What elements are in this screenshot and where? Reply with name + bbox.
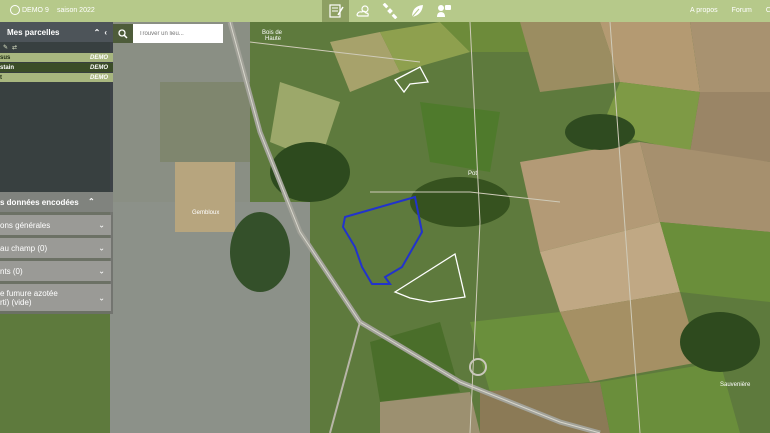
accordion-nitrogen-fertilization[interactable]: e fumure azotée rti) (vide) ⌄ (0, 284, 111, 311)
season-label[interactable]: saison 2022 (57, 7, 95, 14)
accordion-label: au champ (0) (0, 243, 48, 253)
encoded-data-header[interactable]: s données encodées ⌃ (0, 192, 113, 212)
parcels-panel-header: Mes parcelles ⌃ ‹ (0, 22, 113, 42)
chevron-down-icon: ⌄ (98, 243, 105, 253)
parcels-panel-title: Mes parcelles (7, 27, 60, 37)
place-search (113, 24, 223, 43)
notebook-icon[interactable] (322, 0, 349, 22)
search-button[interactable] (113, 24, 133, 43)
chevron-up-icon[interactable]: ⌃ (94, 28, 101, 37)
satellite-map[interactable]: Bois de Haute Gembloux Pot Sauvenière (0, 22, 770, 433)
map-label: Pot (468, 171, 477, 177)
chevron-down-icon: ⌄ (98, 293, 105, 302)
top-links: A propos Forum Co (690, 7, 770, 14)
accordion-treatments[interactable]: nts (0) ⌄ (0, 261, 111, 281)
link-about[interactable]: A propos (690, 7, 718, 14)
map-label: Sauvenière (720, 382, 751, 388)
advisor-icon[interactable] (430, 0, 457, 22)
chevron-down-icon: ⌄ (98, 220, 105, 230)
leaf-icon[interactable] (403, 0, 430, 22)
list-item[interactable]: sus DEMO (0, 53, 113, 62)
parcels-panel: Mes parcelles ⌃ ‹ ✎ ⇄ sus DEMO stain DEM… (0, 22, 113, 192)
accordion-label: ons générales (0, 220, 51, 230)
parcel-name: sus (0, 54, 11, 61)
parcel-name: t (0, 74, 2, 81)
demo-badge: DEMO (90, 74, 108, 81)
accordion-field-observations[interactable]: au champ (0) ⌄ (0, 238, 111, 258)
collapse-left-icon[interactable]: ‹ (104, 28, 107, 37)
link-contact[interactable]: Co (766, 7, 770, 14)
parcel-name: stain (0, 64, 15, 71)
user-icon (10, 5, 20, 15)
list-item[interactable]: stain DEMO (0, 63, 113, 72)
encoded-data-panel: s données encodées ⌃ ons générales ⌄ au … (0, 192, 113, 314)
user-name: DEMO 9 (22, 6, 49, 14)
link-forum[interactable]: Forum (732, 7, 752, 14)
accordion-general-info[interactable]: ons générales ⌄ (0, 215, 111, 235)
demo-badge: DEMO (90, 64, 108, 71)
accordion-sublabel: rti) (vide) (0, 297, 32, 307)
search-icon (118, 28, 128, 39)
accordion-label: e fumure azotée (0, 288, 58, 298)
parcel-tools: ✎ ⇄ (0, 42, 113, 53)
map-label: Gembloux (192, 210, 219, 216)
edit-icon[interactable]: ✎ (3, 44, 8, 51)
swap-icon[interactable]: ⇄ (12, 44, 17, 51)
map-label: Haute (265, 36, 282, 42)
demo-badge: DEMO (90, 54, 108, 61)
top-bar: DEMO 9 saison 2022 A propos Forum Co (0, 0, 770, 22)
encoded-data-title: s données encodées (0, 197, 79, 207)
search-input[interactable] (133, 24, 223, 43)
chevron-up-icon[interactable]: ⌃ (88, 197, 95, 206)
satellite-icon[interactable] (376, 0, 403, 22)
weather-icon[interactable] (349, 0, 376, 22)
user-menu[interactable]: DEMO 9 (10, 5, 49, 15)
module-nav (322, 0, 457, 22)
list-item[interactable]: t DEMO (0, 73, 113, 82)
accordion-label: nts (0) (0, 266, 23, 276)
chevron-down-icon: ⌄ (98, 266, 105, 276)
map-imagery: Bois de Haute Gembloux Pot Sauvenière (0, 22, 770, 433)
